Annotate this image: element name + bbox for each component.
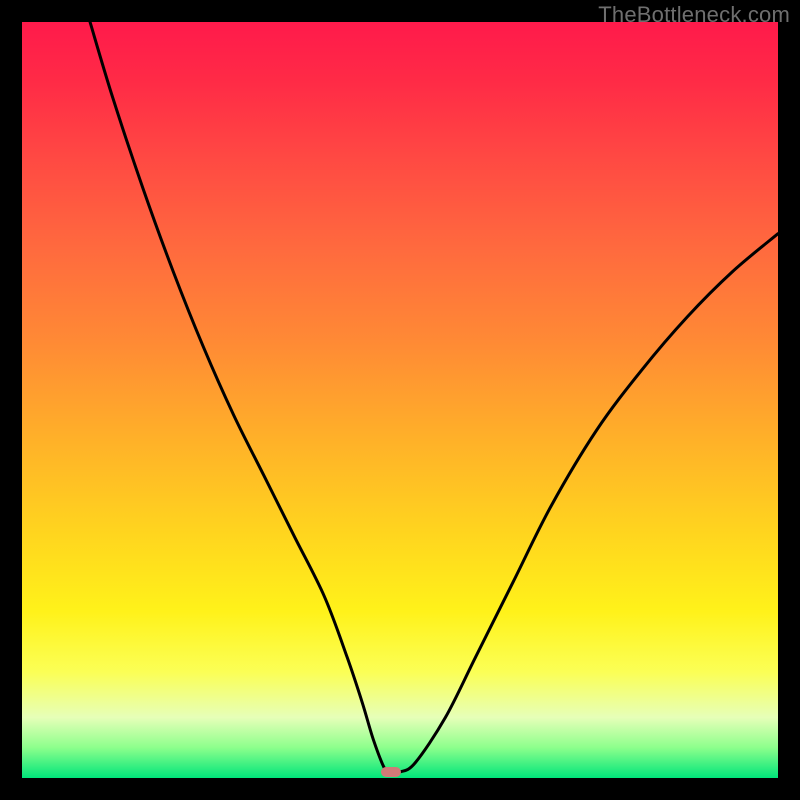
plot-area	[22, 22, 778, 778]
bottleneck-curve-path	[90, 22, 778, 773]
watermark-text: TheBottleneck.com	[598, 2, 790, 28]
chart-frame: TheBottleneck.com	[0, 0, 800, 800]
curve-svg	[22, 22, 778, 778]
min-point-marker	[381, 767, 401, 777]
